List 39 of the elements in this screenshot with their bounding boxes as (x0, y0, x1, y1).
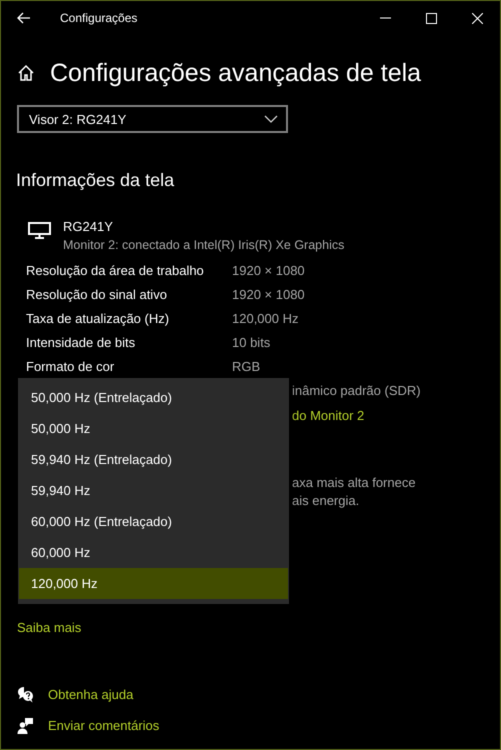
info-value: RGB (232, 358, 262, 376)
close-icon[interactable] (472, 12, 482, 24)
info-value: 10 bits (232, 334, 272, 352)
info-label: Resolução da área de trabalho (26, 262, 205, 280)
help-link[interactable]: Obtenha ajuda (48, 687, 134, 702)
info-value: 1920 × 1080 (232, 262, 306, 280)
minimize-icon[interactable] (380, 17, 390, 19)
description-text: ais energia. (292, 493, 360, 508)
info-label: Formato de cor (26, 358, 116, 376)
monitor-icon (28, 222, 51, 239)
menu-option[interactable]: 59,940 Hz (19, 475, 288, 506)
menu-option[interactable]: 50,000 Hz (19, 413, 288, 444)
menu-option[interactable]: 60,000 Hz (Entrelaçado) (19, 506, 288, 537)
page-title: Configurações avançadas de tela (50, 58, 422, 88)
learn-more-link[interactable]: Saiba mais (17, 620, 82, 635)
monitor-name: RG241Y (63, 218, 114, 236)
info-value: 1920 × 1080 (232, 286, 306, 304)
home-icon[interactable] (17, 64, 35, 82)
window-title: Configurações (60, 11, 138, 25)
feedback-icon (17, 717, 34, 734)
help-icon (17, 686, 34, 703)
chevron-icon (264, 115, 278, 123)
info-label: Intensidade de bits (26, 334, 136, 352)
menu-option[interactable]: 59,940 Hz (Entrelaçado) (19, 444, 288, 475)
display-dropdown[interactable]: Visor 2: RG241Y (17, 105, 288, 133)
back-icon[interactable] (17, 12, 31, 24)
monitor-description: Monitor 2: conectado a Intel(R) Iris(R) Xe Graphics (63, 237, 344, 254)
section-title: Informações da tela (16, 169, 176, 192)
feedback-link[interactable]: Enviar comentários (48, 718, 160, 733)
menu-option[interactable]: 50,000 Hz (Entrelaçado) (19, 382, 288, 413)
description-text: axa mais alta fornece (292, 475, 416, 490)
info-value: 120,000 Hz (232, 310, 300, 328)
settings-link[interactable]: do Monitor 2 (292, 408, 364, 423)
menu-option[interactable]: 120,000 Hz (19, 568, 288, 599)
info-label: Resolução do sinal ativo (26, 286, 168, 304)
menu-option[interactable]: 60,000 Hz (19, 537, 288, 568)
info-value: inâmico padrão (SDR) (292, 383, 421, 398)
maximize-icon[interactable] (426, 12, 436, 24)
info-label: Taxa de atualização (Hz) (26, 310, 170, 328)
